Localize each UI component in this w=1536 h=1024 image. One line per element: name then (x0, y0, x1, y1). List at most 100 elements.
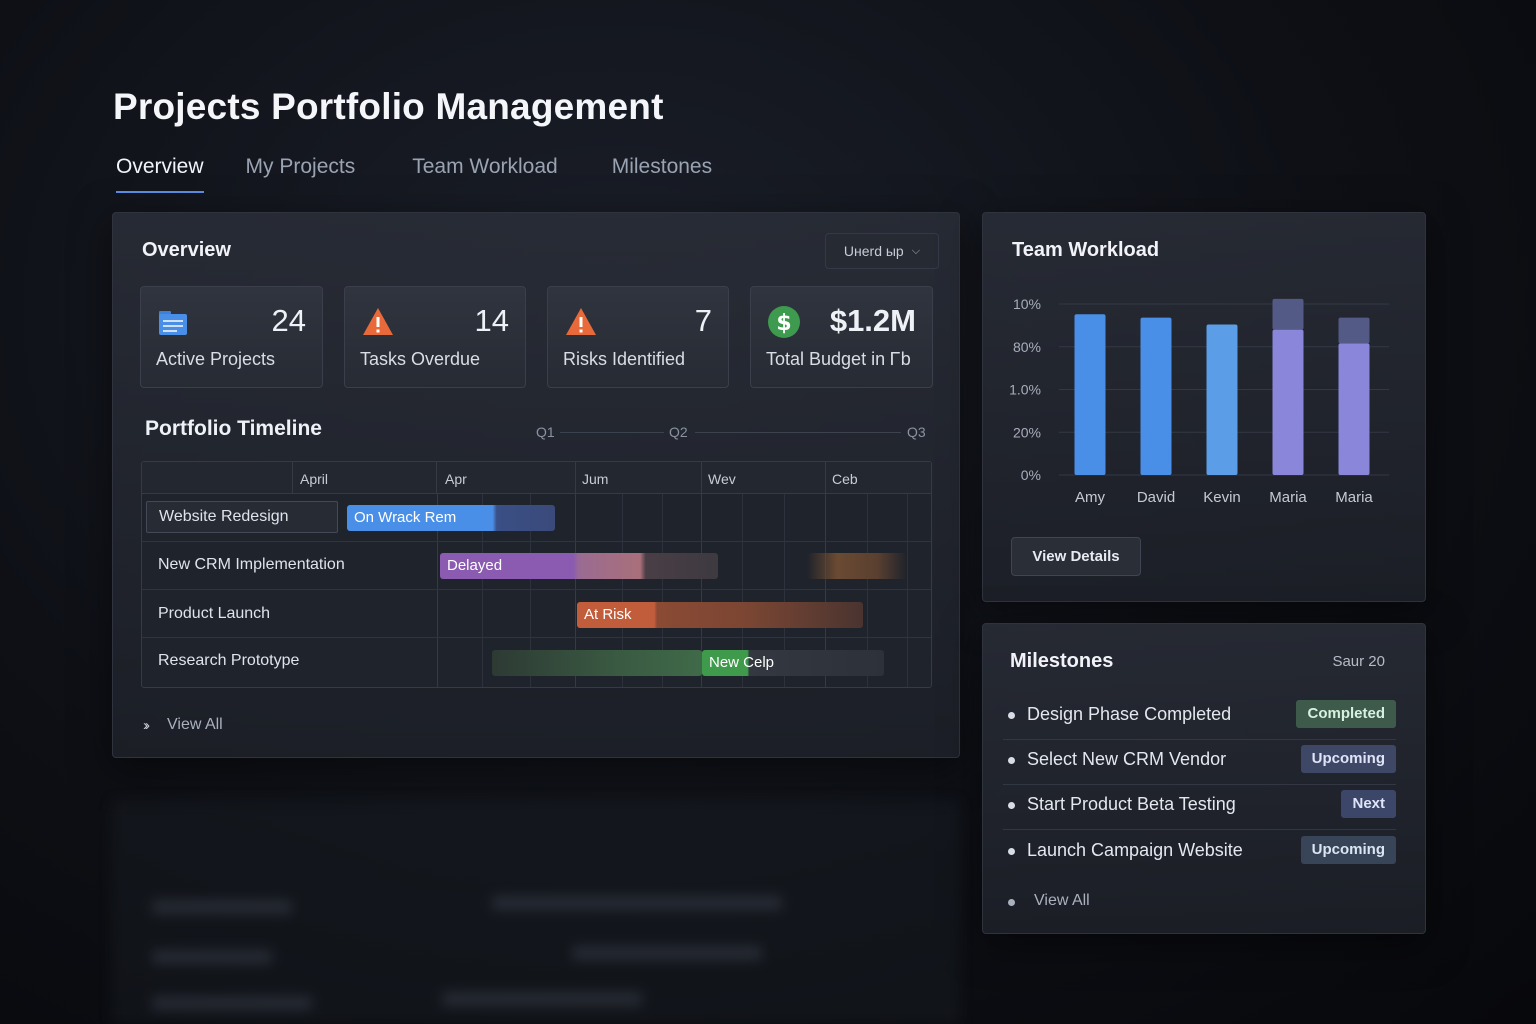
month-label: Wev (708, 471, 736, 487)
bullet-icon (1008, 848, 1015, 855)
overview-title: Overview (142, 239, 231, 261)
stat-value: $1.2M (829, 303, 916, 338)
timeline-title: Portfolio Timeline (145, 417, 322, 440)
bar-label: Delayed (447, 557, 503, 574)
x-category-label: Kevin (1203, 489, 1241, 506)
status-badge: Completed (1296, 700, 1396, 728)
milestone-label: Select New CRM Vendor (1027, 749, 1227, 769)
bar-amy[interactable] (1074, 314, 1106, 475)
stat-card-total-budget[interactable]: $ $1.2M Total Budget in Ꮁb (750, 286, 933, 388)
bar-label: At Risk (584, 606, 632, 623)
gantt-bar-at-risk[interactable]: At Risk (577, 602, 863, 628)
y-tick-label: 80% (1013, 339, 1041, 355)
row-label: New CRM Implementation (158, 556, 345, 573)
bar-overflow-maria (1338, 317, 1370, 344)
status-badge: Next (1341, 790, 1396, 818)
month-label: Jum (582, 471, 609, 487)
stat-value: 14 (474, 303, 509, 338)
quarter-line (560, 432, 664, 433)
milestone-label: Start Product Beta Testing (1027, 794, 1236, 814)
bar-label: New Celp (709, 654, 775, 671)
gantt-chart: April Apr Jum Wev Ceb Website Redesign O… (141, 461, 932, 688)
stat-label: Total Budget in Ꮁb (766, 349, 911, 369)
team-workload-chart: 10% 80% 1.0% 20% 0% Amy David Kevin Maria Maria (1009, 296, 1389, 506)
folder-icon (159, 311, 187, 335)
month-label: Ceb (832, 471, 858, 487)
page-title: Projects Portfolio Management (113, 86, 664, 127)
bar-kevin[interactable] (1206, 324, 1238, 475)
milestone-label: Launch Campaign Website (1027, 840, 1243, 860)
stat-card-tasks-overdue[interactable]: 14 Tasks Overdue (344, 286, 526, 388)
gantt-bar-lead (492, 650, 702, 676)
stat-card-active-projects[interactable]: 24 Active Projects (140, 286, 323, 388)
y-tick-label: 10% (1013, 296, 1041, 312)
milestones-title: Milestones (1010, 650, 1114, 672)
month-label: April (300, 471, 329, 487)
row-label: Website Redesign (146, 501, 338, 533)
quarter-line (695, 432, 901, 433)
gantt-bar-new[interactable]: New Celp (702, 650, 884, 676)
tab-team-workload[interactable]: Team Workload (412, 155, 558, 193)
status-badge: Upcoming (1300, 836, 1396, 864)
milestones-view-all-link[interactable]: View All (1034, 892, 1090, 910)
stat-label: Risks Identified (563, 349, 686, 369)
y-tick-label: 1.0% (1009, 382, 1041, 398)
row-label: Research Prototype (158, 652, 300, 669)
milestone-item[interactable]: Start Product Beta Testing Next (1003, 784, 1396, 830)
bar-david[interactable] (1140, 317, 1172, 475)
gantt-bar-delayed[interactable]: Delayed (440, 553, 718, 579)
y-tick-label: 20% (1013, 424, 1041, 440)
main-tabs: Overview My Projects Team Workload Miles… (116, 155, 754, 193)
stat-value: 24 (271, 303, 306, 338)
quarter-label: Q3 (907, 424, 926, 440)
team-workload-panel: Team Workload 10% 80% 1.0% 20% 0% Amy David Kev… (982, 212, 1426, 602)
x-category-label: Maria (1269, 489, 1307, 506)
bullet-icon (1008, 802, 1015, 809)
stat-value: 7 (694, 303, 712, 338)
warning-icon (566, 308, 596, 335)
milestones-panel: Milestones Saur 20 Design Phase Complete… (982, 623, 1426, 934)
tab-overview[interactable]: Overview (116, 155, 204, 193)
milestone-item[interactable]: Design Phase Completed Completed (1003, 694, 1396, 740)
stat-label: Active Projects (156, 349, 276, 369)
tab-my-projects[interactable]: My Projects (246, 155, 356, 193)
milestone-label: Design Phase Completed (1027, 704, 1232, 724)
bar-overflow-maria (1272, 298, 1304, 330)
svg-text:$: $ (776, 311, 791, 336)
x-category-label: David (1137, 489, 1175, 506)
gantt-bar-on-track[interactable]: On Wrack Rem (347, 505, 555, 531)
status-badge: Upcoming (1300, 745, 1396, 773)
stat-label: Tasks Overdue (360, 349, 481, 369)
view-details-button[interactable]: View Details (1011, 537, 1141, 576)
gantt-row[interactable]: New CRM Implementation Delayed (142, 542, 931, 590)
gantt-row[interactable]: Website Redesign On Wrack Rem (142, 494, 931, 542)
x-category-label: Maria (1335, 489, 1373, 506)
quarter-label: Q2 (669, 424, 688, 440)
gantt-header: April Apr Jum Wev Ceb (142, 462, 931, 494)
milestones-date: Saur 20 (1332, 653, 1385, 670)
overview-panel: Overview Uнerd ыp ⌵ 24 Active Projects 1… (112, 212, 960, 758)
bullet-icon (1008, 712, 1015, 719)
month-label: Apr (445, 471, 467, 487)
bar-maria[interactable] (1272, 329, 1304, 475)
background-blur-panel (112, 800, 960, 1024)
gantt-row[interactable]: Research Prototype New Celp (142, 638, 931, 686)
dropdown-label: Uнerd ыp (843, 243, 904, 259)
double-chevron-right-icon: ›› (143, 716, 150, 734)
y-tick-label: 0% (1021, 467, 1041, 483)
bar-maria[interactable] (1338, 343, 1370, 475)
bar-label: On Wrack Rem (354, 509, 457, 526)
tab-milestones[interactable]: Milestones (612, 155, 712, 193)
milestone-item[interactable]: Select New CRM Vendor Upcoming (1003, 739, 1396, 785)
gantt-bar-faded (807, 553, 907, 579)
gantt-row[interactable]: Product Launch At Risk (142, 590, 931, 638)
chevron-down-icon: ⌵ (911, 244, 921, 257)
x-category-label: Amy (1075, 489, 1106, 506)
overview-view-all-link[interactable]: ›› View All (143, 716, 223, 734)
stat-card-risks-identified[interactable]: 7 Risks Identified (547, 286, 729, 388)
bullet-icon (1008, 899, 1015, 906)
dollar-icon: $ (768, 306, 800, 338)
quarter-label: Q1 (536, 424, 555, 440)
overview-filter-dropdown[interactable]: Uнerd ыp ⌵ (825, 233, 939, 269)
milestone-item[interactable]: Launch Campaign Website Upcoming (1003, 830, 1396, 876)
